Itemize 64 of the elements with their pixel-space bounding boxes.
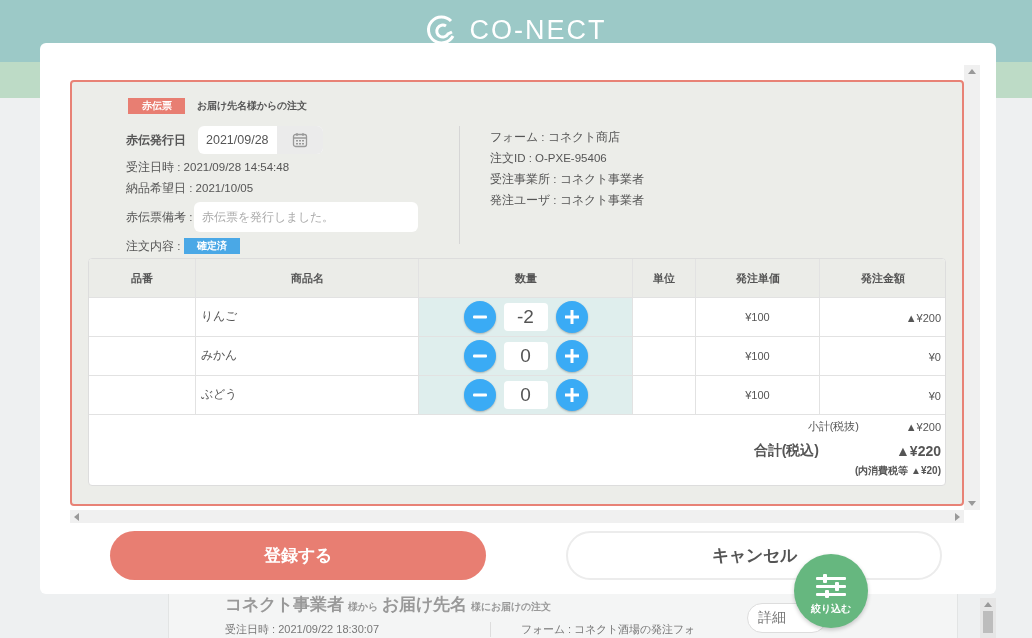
info-text: 受注日時 : 2021/09/28 14:54:48 [126, 160, 291, 175]
column-header: 数量 [419, 259, 633, 298]
plus-icon [563, 309, 580, 325]
info-text: 納品希望日 : 2021/10/05 [126, 181, 255, 196]
tax-note: (内消費税等 ▲¥20) [854, 464, 941, 478]
field-label: 赤伝票備考 : [126, 209, 193, 225]
increment-button[interactable] [555, 340, 588, 372]
logo-text: CO-NECT [469, 14, 607, 46]
decrement-button[interactable] [463, 301, 496, 333]
amount-cell: ¥0 [820, 376, 945, 415]
info-text: 発注ユーザ : コネクト事業者 [490, 193, 644, 208]
column-header: 単位 [633, 259, 696, 298]
subtotal-value: ▲¥200 [905, 420, 941, 433]
minus-icon [472, 393, 487, 397]
plus-icon [563, 387, 580, 403]
decrement-button[interactable] [463, 340, 496, 372]
page-scrollbar[interactable] [980, 598, 996, 638]
order-subtitle: お届け先名様からの注文 [197, 99, 307, 113]
info-text: フォーム : コネクト商店 [490, 130, 621, 145]
unit-price-cell: ¥100 [696, 337, 820, 376]
remark-field[interactable]: 赤伝票を発行しました。 [194, 202, 419, 232]
recipient-name: お届け先名 [382, 594, 467, 616]
field-label: 赤伝発行日 [126, 131, 186, 149]
quantity-field[interactable]: 0 [503, 342, 548, 370]
column-header: 発注金額 [820, 259, 945, 298]
plus-icon [563, 348, 580, 364]
date-field[interactable]: 2021/09/28 [198, 126, 323, 154]
calendar-icon[interactable] [291, 132, 308, 148]
text-label: 様から [348, 600, 378, 614]
total-value: ▲¥220 [896, 443, 941, 459]
unit-price-cell: ¥100 [696, 376, 820, 415]
amount-cell: ▲¥200 [820, 298, 945, 337]
minus-icon [472, 315, 487, 319]
column-header: 発注単価 [696, 259, 820, 298]
field-label: 注文内容 : [126, 238, 181, 254]
vertical-scrollbar[interactable] [964, 65, 980, 510]
minus-icon [472, 354, 487, 358]
cancel-button[interactable]: キャンセル [566, 531, 942, 580]
total-label: 合計(税込) [753, 442, 819, 460]
amount-cell: ¥0 [820, 337, 945, 376]
decrement-button[interactable] [463, 379, 496, 411]
info-text: 注文ID : O-PXE-95406 [490, 151, 608, 166]
unit-price-cell: ¥100 [696, 298, 820, 337]
scroll-down-icon[interactable] [968, 501, 976, 506]
increment-button[interactable] [555, 379, 588, 411]
quantity-field[interactable]: 0 [503, 381, 548, 409]
scroll-right-icon[interactable] [955, 512, 960, 521]
scroll-up-icon[interactable] [984, 602, 992, 607]
text-label: 様にお届けの注文 [471, 600, 551, 614]
form-text: フォーム : コネクト酒場の発注フォ [520, 622, 696, 637]
status-badge: 確定済 [184, 238, 241, 254]
sliders-icon [816, 574, 846, 598]
info-text: 受注事業所 : コネクト事業者 [490, 172, 644, 187]
order-time-text: 受注日時 : 2021/09/22 18:30:07 [225, 622, 491, 637]
scroll-left-icon[interactable] [74, 512, 79, 521]
increment-button[interactable] [555, 301, 588, 333]
horizontal-scrollbar[interactable] [70, 510, 964, 523]
business-name: コネクト事業者 [225, 594, 344, 616]
subtotal-label: 小計(税抜) [807, 419, 859, 434]
scroll-up-icon[interactable] [968, 69, 976, 74]
quantity-field[interactable]: -2 [503, 303, 548, 331]
slip-tag: 赤伝票 [128, 98, 185, 114]
column-header: 商品名 [196, 259, 419, 298]
column-header: 品番 [89, 259, 196, 298]
